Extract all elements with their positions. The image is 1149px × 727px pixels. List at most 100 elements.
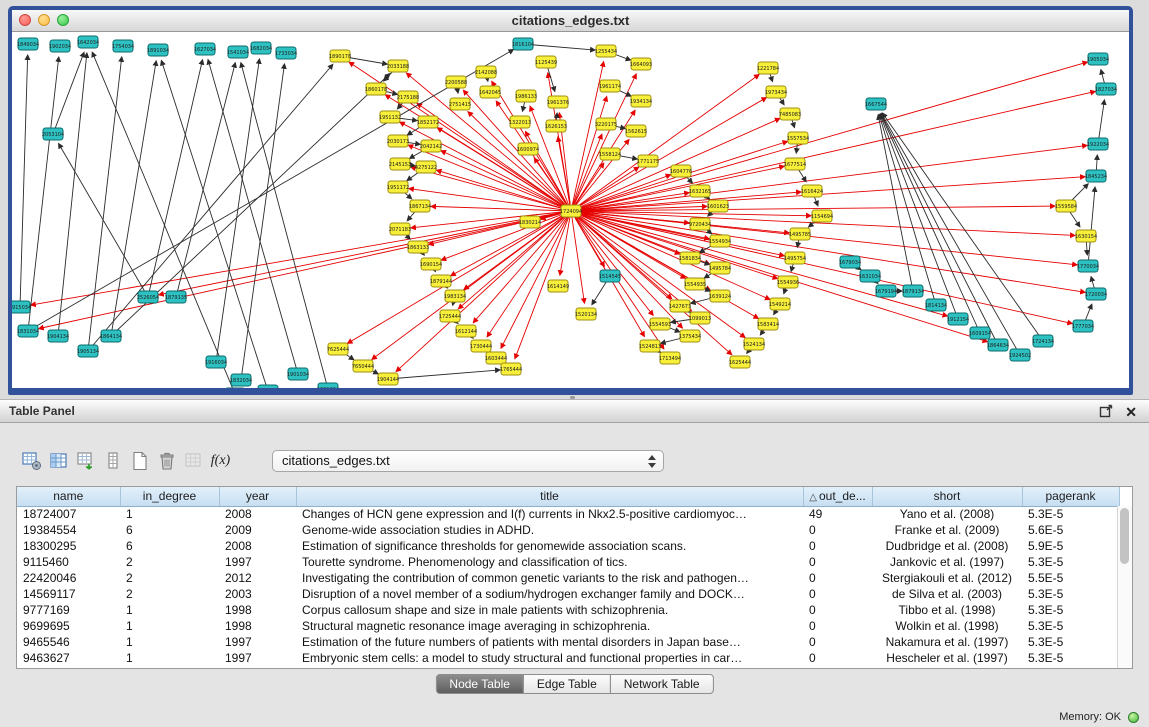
table-cell[interactable]: 1	[120, 618, 219, 634]
memory-status[interactable]: Memory: OK	[1059, 711, 1121, 723]
column-header-short[interactable]: short	[872, 487, 1022, 506]
network-svg[interactable]: 1724094189017820331881860178217518819511…	[12, 32, 1129, 388]
table-cell[interactable]: 6	[120, 522, 219, 538]
table-cell[interactable]: 22420046	[17, 570, 120, 586]
table-row[interactable]: 977716911998Corpus callosum shape and si…	[17, 602, 1119, 618]
table-cell[interactable]: 5.3E-5	[1022, 634, 1119, 650]
tab-node-table[interactable]: Node Table	[435, 674, 524, 694]
function-builder-button[interactable]: f(x)	[207, 449, 234, 474]
new-table-button[interactable]	[126, 449, 153, 474]
table-cell[interactable]: 0	[803, 522, 872, 538]
column-visibility-button[interactable]	[45, 449, 72, 474]
table-cell[interactable]: 0	[803, 634, 872, 650]
float-panel-icon[interactable]	[1099, 404, 1113, 418]
table-cell[interactable]: 2012	[219, 570, 296, 586]
table-cell[interactable]: 1997	[219, 634, 296, 650]
table-cell[interactable]: Changes of HCN gene expression and I(f) …	[296, 506, 803, 522]
table-cell[interactable]: 0	[803, 570, 872, 586]
table-cell[interactable]: Estimation of significance thresholds fo…	[296, 538, 803, 554]
table-cell[interactable]: 0	[803, 602, 872, 618]
table-cell[interactable]: Hescheler et al. (1997)	[872, 650, 1022, 666]
column-header-out-degree[interactable]: △out_de...	[803, 487, 872, 506]
minimize-window-button[interactable]	[38, 14, 50, 26]
column-header-pagerank[interactable]: pagerank	[1022, 487, 1119, 506]
table-cell[interactable]: 2009	[219, 522, 296, 538]
table-cell[interactable]: 1997	[219, 554, 296, 570]
table-cell[interactable]: 1	[120, 634, 219, 650]
row-view-button[interactable]	[99, 449, 126, 474]
delete-table-button[interactable]	[153, 449, 180, 474]
table-cell[interactable]: 2	[120, 554, 219, 570]
table-cell[interactable]: 18300295	[17, 538, 120, 554]
table-cell[interactable]: 9115460	[17, 554, 120, 570]
table-cell[interactable]: 0	[803, 538, 872, 554]
table-cell[interactable]: 0	[803, 618, 872, 634]
table-row[interactable]: 2242004622012Investigating the contribut…	[17, 570, 1119, 586]
table-source-select[interactable]: citations_edges.txt	[272, 450, 664, 472]
table-cell[interactable]: 2	[120, 586, 219, 602]
table-cell[interactable]: 5.5E-5	[1022, 570, 1119, 586]
table-cell[interactable]: Wolkin et al. (1998)	[872, 618, 1022, 634]
table-cell[interactable]: 1997	[219, 650, 296, 666]
table-cell[interactable]: 49	[803, 506, 872, 522]
table-settings-button[interactable]	[18, 449, 45, 474]
table-cell[interactable]: 5.3E-5	[1022, 586, 1119, 602]
close-window-button[interactable]	[19, 14, 31, 26]
tab-network-table[interactable]: Network Table	[610, 674, 714, 694]
network-canvas[interactable]: 1724094189017820331881860178217518819511…	[12, 32, 1129, 388]
table-cell[interactable]: 5.6E-5	[1022, 522, 1119, 538]
table-row[interactable]: 1938455462009Genome-wide association stu…	[17, 522, 1119, 538]
table-cell[interactable]: de Silva et al. (2003)	[872, 586, 1022, 602]
column-header-in-degree[interactable]: in_degree	[120, 487, 219, 506]
table-cell[interactable]: Corpus callosum shape and size in male p…	[296, 602, 803, 618]
table-cell[interactable]: Embryonic stem cells: a model to study s…	[296, 650, 803, 666]
table-cell[interactable]: 2008	[219, 538, 296, 554]
table-cell[interactable]: 1	[120, 602, 219, 618]
table-cell[interactable]: 19384554	[17, 522, 120, 538]
table-row[interactable]: 1872400712008Changes of HCN gene express…	[17, 506, 1119, 522]
table-row[interactable]: 1830029562008Estimation of significance …	[17, 538, 1119, 554]
table-cell[interactable]: Nakamura et al. (1997)	[872, 634, 1022, 650]
table-cell[interactable]: 9465546	[17, 634, 120, 650]
table-cell[interactable]: Stergiakouli et al. (2012)	[872, 570, 1022, 586]
table-cell[interactable]: Tourette syndrome. Phenomenology and cla…	[296, 554, 803, 570]
table-cell[interactable]: 2008	[219, 506, 296, 522]
table-cell[interactable]: 9777169	[17, 602, 120, 618]
table-cell[interactable]: Dudbridge et al. (2008)	[872, 538, 1022, 554]
table-cell[interactable]: 18724007	[17, 506, 120, 522]
table-cell[interactable]: 0	[803, 554, 872, 570]
table-scrollbar-thumb[interactable]	[1120, 508, 1129, 564]
table-cell[interactable]: 1998	[219, 602, 296, 618]
table-scrollbar[interactable]	[1117, 506, 1132, 668]
table-cell[interactable]: 2	[120, 570, 219, 586]
table-cell[interactable]: 5.3E-5	[1022, 618, 1119, 634]
table-cell[interactable]: 9463627	[17, 650, 120, 666]
table-cell[interactable]: 5.3E-5	[1022, 506, 1119, 522]
table-cell[interactable]: Franke et al. (2009)	[872, 522, 1022, 538]
table-cell[interactable]: 14569117	[17, 586, 120, 602]
table-cell[interactable]: 1998	[219, 618, 296, 634]
table-cell[interactable]: 0	[803, 586, 872, 602]
column-header-name[interactable]: name	[17, 487, 120, 506]
table-cell[interactable]: Estimation of the future numbers of pati…	[296, 634, 803, 650]
table-cell[interactable]: Genome-wide association studies in ADHD.	[296, 522, 803, 538]
table-row[interactable]: 946362711997Embryonic stem cells: a mode…	[17, 650, 1119, 666]
table-cell[interactable]: 5.3E-5	[1022, 602, 1119, 618]
table-cell[interactable]: Investigating the contribution of common…	[296, 570, 803, 586]
column-header-title[interactable]: title	[296, 487, 803, 506]
table-cell[interactable]: Yano et al. (2008)	[872, 506, 1022, 522]
table-cell[interactable]: 5.3E-5	[1022, 650, 1119, 666]
column-header-year[interactable]: year	[219, 487, 296, 506]
table-cell[interactable]: 5.3E-5	[1022, 554, 1119, 570]
table-cell[interactable]: Tibbo et al. (1998)	[872, 602, 1022, 618]
graph-node[interactable]	[258, 385, 278, 388]
table-cell[interactable]: 9699695	[17, 618, 120, 634]
table-cell[interactable]: 6	[120, 538, 219, 554]
zoom-window-button[interactable]	[57, 14, 69, 26]
table-cell[interactable]: 0	[803, 650, 872, 666]
table-cell[interactable]: 1	[120, 506, 219, 522]
close-panel-icon[interactable]: ✕	[1125, 402, 1137, 422]
table-row[interactable]: 946554611997Estimation of the future num…	[17, 634, 1119, 650]
table-cell[interactable]: 5.9E-5	[1022, 538, 1119, 554]
table-row[interactable]: 1456911722003Disruption of a novel membe…	[17, 586, 1119, 602]
